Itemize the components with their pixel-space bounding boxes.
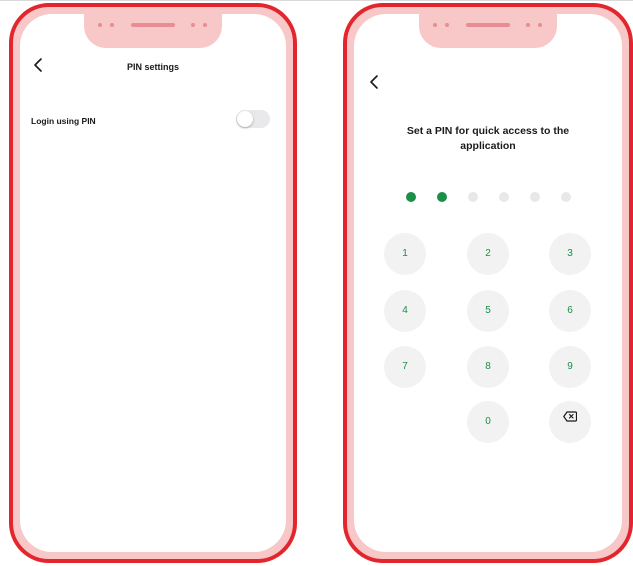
notch-dot xyxy=(526,23,530,27)
set-pin-screen: Set a PIN for quick access to the applic… xyxy=(354,14,622,552)
notch-dot xyxy=(191,23,195,27)
login-using-pin-label: Login using PIN xyxy=(31,116,96,126)
keypad-key-9[interactable]: 9 xyxy=(549,346,591,388)
notch-dot xyxy=(445,23,449,27)
keypad-key-0[interactable]: 0 xyxy=(467,401,509,443)
notch-dot xyxy=(110,23,114,27)
back-chevron-icon[interactable] xyxy=(368,74,380,90)
backspace-icon xyxy=(563,399,578,441)
phone-notch xyxy=(84,14,222,48)
phone-frame-pin-settings: PIN settings Login using PIN xyxy=(9,3,297,563)
notch-dot xyxy=(433,23,437,27)
toggle-knob xyxy=(237,111,253,127)
notch-speaker xyxy=(466,23,510,27)
pin-dot xyxy=(530,192,540,202)
login-using-pin-toggle[interactable] xyxy=(236,110,270,128)
pin-dot xyxy=(561,192,571,202)
notch-dot xyxy=(538,23,542,27)
notch-dot xyxy=(98,23,102,27)
pin-dot xyxy=(437,192,447,202)
phone-notch xyxy=(419,14,557,48)
phone-frame-set-pin: Set a PIN for quick access to the applic… xyxy=(343,3,633,563)
page-title: PIN settings xyxy=(126,62,179,72)
top-divider xyxy=(0,0,633,1)
keypad-key-7[interactable]: 7 xyxy=(384,346,426,388)
keypad-key-4[interactable]: 4 xyxy=(384,290,426,332)
backspace-button[interactable] xyxy=(549,401,591,443)
pin-settings-screen: PIN settings Login using PIN xyxy=(20,14,286,552)
pin-dot xyxy=(468,192,478,202)
keypad-key-6[interactable]: 6 xyxy=(549,290,591,332)
keypad-key-8[interactable]: 8 xyxy=(467,346,509,388)
keypad-key-2[interactable]: 2 xyxy=(467,233,509,275)
set-pin-heading: Set a PIN for quick access to the applic… xyxy=(406,125,570,152)
pin-dot xyxy=(406,192,416,202)
notch-dot xyxy=(203,23,207,27)
pin-indicator xyxy=(354,192,622,202)
notch-speaker xyxy=(131,23,175,27)
keypad-key-5[interactable]: 5 xyxy=(467,290,509,332)
keypad-key-3[interactable]: 3 xyxy=(549,233,591,275)
pin-dot xyxy=(499,192,509,202)
keypad-key-1[interactable]: 1 xyxy=(384,233,426,275)
